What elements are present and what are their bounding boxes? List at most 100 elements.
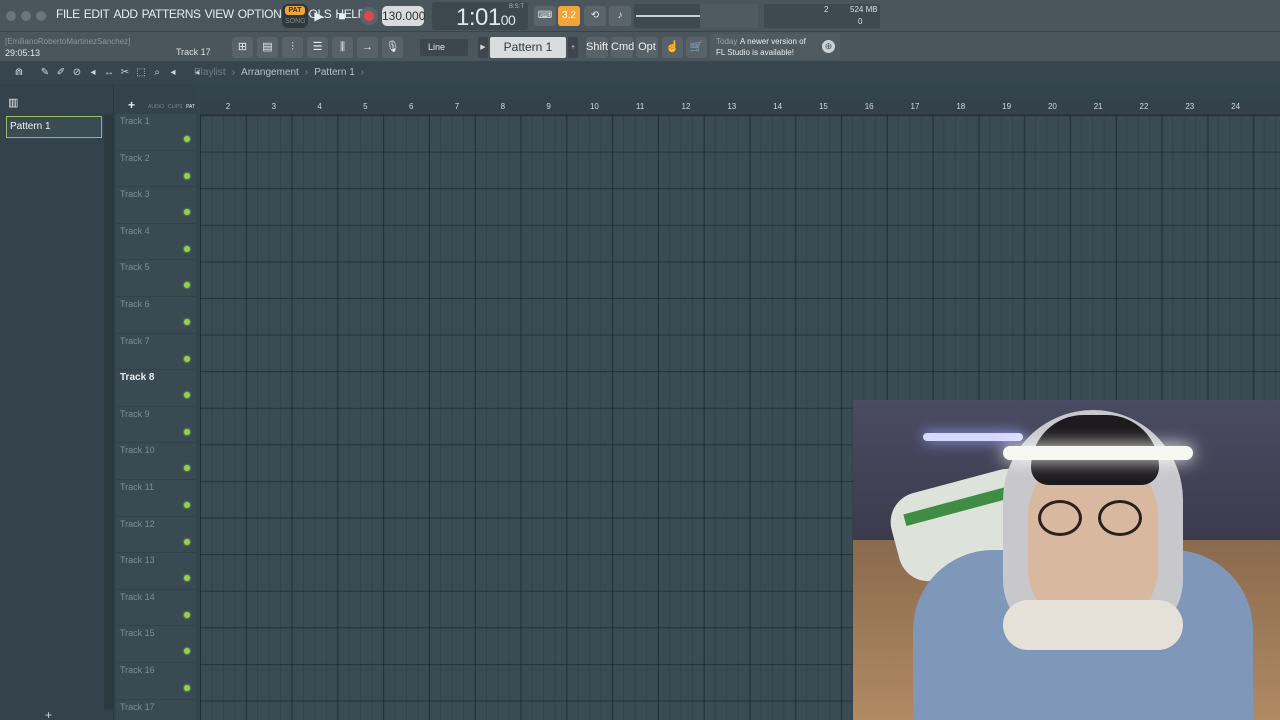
play-button[interactable]: ▶: [309, 6, 329, 26]
track-enable-led-icon[interactable]: [184, 502, 190, 508]
track-header[interactable]: Track 5: [116, 260, 196, 297]
menu-patterns[interactable]: PATTERNS: [142, 7, 201, 21]
browser-icon[interactable]: ☰: [307, 37, 328, 58]
slice-tool-icon[interactable]: ✂: [118, 66, 132, 80]
add-pattern-icon[interactable]: +: [45, 708, 52, 720]
stop-button[interactable]: ■: [332, 6, 352, 26]
globe-icon[interactable]: ⊕: [822, 40, 835, 53]
track-header[interactable]: Track 6: [116, 297, 196, 334]
track-enable-led-icon[interactable]: [184, 575, 190, 582]
track-enable-led-icon[interactable]: [184, 428, 190, 435]
breadcrumb-arrangement[interactable]: Arrangement: [241, 67, 299, 78]
track-enable-led-icon[interactable]: [184, 282, 190, 289]
metronome-icon[interactable]: ♪: [609, 6, 631, 26]
track-header[interactable]: Track 3: [116, 187, 196, 224]
menu-add[interactable]: ADD: [113, 7, 138, 21]
track-header[interactable]: Track 11: [116, 480, 196, 517]
mute-tool-icon[interactable]: ◂: [86, 66, 100, 80]
pattern-selector[interactable]: Pattern 1: [490, 37, 566, 58]
track-enable-led-icon[interactable]: [184, 355, 190, 362]
menu-view[interactable]: VIEW: [205, 7, 234, 21]
breadcrumb-playlist[interactable]: Playlist: [194, 67, 226, 78]
touch-icon[interactable]: ☝: [662, 37, 683, 58]
track-header[interactable]: Track 12: [116, 517, 196, 554]
track-header[interactable]: Track 14: [116, 590, 196, 627]
next-pattern-arrow[interactable]: +: [568, 37, 578, 58]
playback-tool-icon[interactable]: ◂: [166, 66, 180, 80]
typing-keyboard-icon[interactable]: ⌨: [534, 6, 556, 26]
track-header[interactable]: Track 13: [116, 553, 196, 590]
track-enable-led-icon[interactable]: [184, 392, 190, 399]
snap-count-button[interactable]: 3.2: [558, 6, 580, 26]
track-name: Track 7: [120, 335, 150, 346]
hint-bar-user: [EmilianoRobertoMartinezSanchez]: [5, 37, 131, 46]
breadcrumb-sep: ›: [304, 67, 309, 78]
menu-edit[interactable]: EDIT: [84, 7, 110, 21]
add-track-icon[interactable]: +: [128, 98, 135, 112]
draw-tool-icon[interactable]: ✎: [38, 66, 52, 80]
ruler-bar-number: 19: [1002, 102, 1012, 111]
prev-pattern-arrow[interactable]: ▶: [478, 37, 488, 58]
news-panel[interactable]: Today A newer version of FL Studio is av…: [710, 34, 840, 60]
select-tool-icon[interactable]: ⬚: [134, 66, 148, 80]
cmd-key-button[interactable]: Cmd: [611, 37, 634, 58]
track-enable-led-icon[interactable]: [184, 136, 190, 142]
track-header[interactable]: Track 10: [116, 443, 196, 480]
zoom-window-icon[interactable]: [36, 11, 46, 21]
track-header[interactable]: Track 16: [116, 663, 196, 700]
timeline-ruler[interactable]: 2 3 4 5 6 7 8 9 10 11 12 13 14 15 16 17 18 19 20 21 22 23 24: [200, 99, 1280, 115]
microphone-icon[interactable]: 🎙: [382, 37, 403, 58]
loop-record-icon[interactable]: ⟲: [584, 6, 606, 26]
track-enable-led-icon[interactable]: [184, 172, 190, 179]
picker-scrollbar[interactable]: [104, 114, 114, 710]
track-header[interactable]: Track 8: [116, 370, 196, 407]
picker-item-pattern-1[interactable]: Pattern 1: [6, 116, 102, 138]
track-enable-led-icon[interactable]: [184, 685, 190, 691]
track-header[interactable]: Track 9: [116, 407, 196, 444]
menu-file[interactable]: FILE: [56, 7, 80, 21]
delete-tool-icon[interactable]: ⊘: [70, 66, 84, 80]
paint-tool-icon[interactable]: ✐: [54, 66, 68, 80]
options-menu-icon[interactable]: ⋒: [12, 66, 26, 80]
playlist-icon[interactable]: ⊞: [232, 37, 253, 58]
master-pitch-slider[interactable]: [634, 4, 758, 28]
record-button[interactable]: [360, 7, 378, 25]
clips-filter-label[interactable]: CLIPS: [168, 104, 182, 110]
shift-key-button[interactable]: Shift: [586, 37, 608, 58]
time-display[interactable]: 1:0100 B:S:T: [432, 2, 528, 31]
time-ticks: 00: [500, 12, 516, 28]
breadcrumb-pattern[interactable]: Pattern 1: [314, 67, 355, 78]
voices-count: 2: [824, 5, 829, 14]
track-header[interactable]: Track 17: [116, 700, 196, 720]
ruler-bar-number: 17: [910, 102, 920, 111]
track-enable-led-icon[interactable]: [184, 465, 190, 472]
shop-icon[interactable]: 🛒: [686, 37, 707, 58]
slip-tool-icon[interactable]: ↔: [102, 66, 116, 80]
pat-filter-label[interactable]: PAT: [186, 104, 195, 110]
ruler-bar-number: 8: [500, 102, 506, 111]
track-header[interactable]: Track 2: [116, 151, 196, 188]
track-header[interactable]: Track 15: [116, 626, 196, 663]
track-header[interactable]: Track 1: [116, 114, 196, 151]
track-enable-led-icon[interactable]: [184, 209, 190, 216]
audio-filter-label[interactable]: AUDIO: [148, 104, 164, 110]
track-enable-led-icon[interactable]: [184, 611, 190, 618]
piano-roll-icon[interactable]: ▤: [257, 37, 278, 58]
snap-select[interactable]: Line: [420, 39, 468, 56]
track-enable-led-icon[interactable]: [184, 319, 190, 325]
opt-key-button[interactable]: Opt: [636, 37, 658, 58]
pat-song-toggle[interactable]: PAT SONG: [282, 4, 308, 28]
track-header[interactable]: Track 7: [116, 334, 196, 371]
minimize-window-icon[interactable]: [21, 11, 31, 21]
mixer-icon[interactable]: ⫼: [332, 37, 353, 58]
track-header[interactable]: Track 4: [116, 224, 196, 261]
track-enable-led-icon[interactable]: [184, 538, 190, 545]
tempo-display[interactable]: 130.000: [382, 6, 425, 26]
channel-rack-icon[interactable]: ⫶: [282, 37, 303, 58]
track-enable-led-icon[interactable]: [184, 245, 190, 252]
piano-keys-icon[interactable]: ▥: [8, 96, 18, 109]
zoom-tool-icon[interactable]: ⌕: [150, 66, 164, 80]
track-enable-led-icon[interactable]: [184, 648, 190, 655]
plugin-picker-icon[interactable]: →: [357, 37, 378, 58]
close-window-icon[interactable]: [6, 11, 16, 21]
